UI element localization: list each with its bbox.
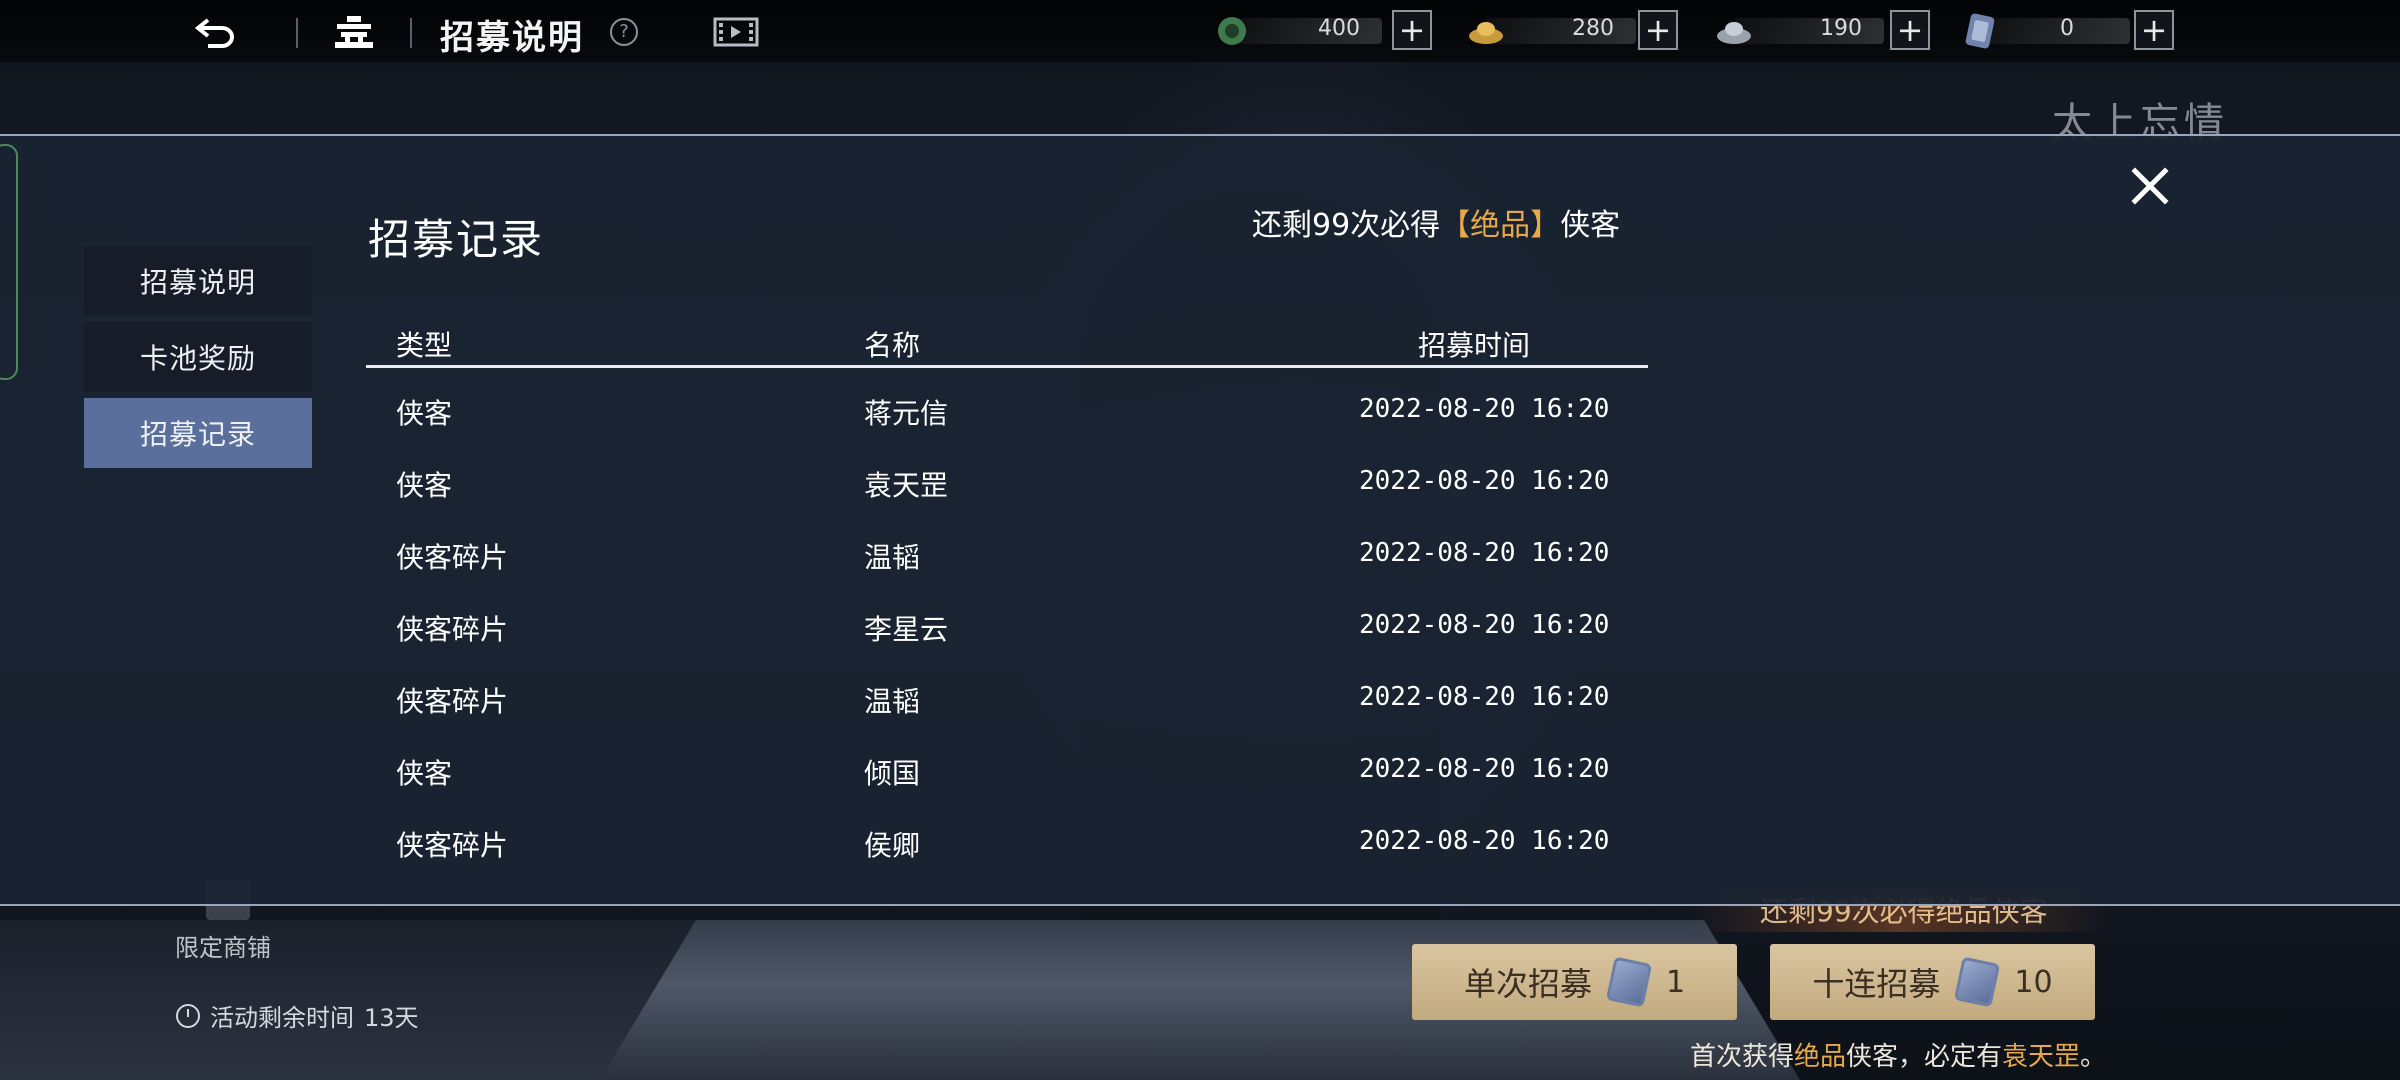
table-row: 侠客碎片 李星云 2022-08-20 16:20	[366, 588, 1648, 660]
clock-icon	[176, 1003, 200, 1028]
guarantee-quality: 绝品	[1794, 1042, 1847, 1072]
table-row: 侠客 蒋元信 2022-08-20 16:20	[366, 372, 1648, 444]
pity-prefix: 还剩99次必得	[1252, 208, 1441, 243]
table-row: 侠客 袁天罡 2022-08-20 16:20	[366, 444, 1648, 516]
close-button[interactable]	[2124, 160, 2176, 212]
film-icon	[713, 17, 759, 47]
currency-value: 400	[1318, 16, 1360, 41]
record-type: 侠客碎片	[396, 829, 509, 862]
guarantee-prefix: 首次获得	[1690, 1042, 1795, 1072]
record-time: 2022-08-20 16:20	[1359, 394, 1610, 424]
record-type: 侠客碎片	[396, 541, 509, 574]
back-button[interactable]	[190, 12, 242, 52]
column-time: 招募时间	[1418, 329, 1531, 362]
silver-ingot-icon	[1714, 12, 1754, 50]
currency-ticket: 0 +	[1960, 10, 2180, 52]
record-name: 李星云	[864, 613, 949, 646]
ten-recruit-count: 10	[2014, 964, 2053, 1000]
records-table-header: 类型 名称 招募时间	[366, 316, 1648, 368]
page-title: 招募说明	[440, 18, 584, 58]
single-recruit-label: 单次招募	[1463, 965, 1592, 1003]
top-bar: 招募说明 ? 400 + 280 + 190 + 0 +	[0, 0, 2400, 62]
timer-label: 活动剩余时间	[210, 1004, 354, 1032]
tab-pool-rewards[interactable]: 卡池奖励	[84, 322, 312, 392]
currency-value: 190	[1820, 16, 1862, 41]
record-time: 2022-08-20 16:20	[1359, 826, 1610, 856]
divider	[410, 18, 412, 48]
ten-recruit-label: 十连招募	[1812, 965, 1941, 1003]
column-type: 类型	[396, 329, 453, 362]
table-row: 侠客碎片 温韬 2022-08-20 16:20	[366, 660, 1648, 732]
pity-suffix: 侠客	[1560, 208, 1621, 243]
table-row: 侠客 倾国 2022-08-20 16:20	[366, 732, 1648, 804]
jade-token-icon	[1212, 12, 1252, 50]
video-button[interactable]	[712, 12, 760, 52]
record-type: 侠客	[396, 469, 453, 502]
currency-value: 0	[2060, 16, 2074, 41]
record-name: 倾国	[864, 757, 921, 790]
guarantee-suffix: 。	[2080, 1042, 2107, 1072]
recruit-ticket-icon	[1605, 956, 1653, 1008]
recruit-ticket-icon	[1954, 956, 2001, 1008]
currency-gold: 280 +	[1466, 10, 1686, 52]
record-type: 侠客	[396, 757, 453, 790]
record-name: 袁天罡	[864, 469, 949, 502]
guarantee-note: 首次获得绝品侠客，必定有袁天罡。	[1690, 1036, 2106, 1073]
currency-jade: 400 +	[1212, 10, 1432, 52]
back-arrow-icon	[194, 18, 234, 48]
guarantee-hero: 袁天罡	[2002, 1042, 2081, 1072]
currency-value: 280	[1572, 16, 1614, 41]
event-timer: 活动剩余时间 13天	[176, 998, 419, 1033]
record-name: 温韬	[864, 685, 921, 718]
timer-days: 13天	[364, 1004, 419, 1032]
add-currency-button[interactable]: +	[1392, 10, 1432, 50]
divider	[296, 18, 298, 48]
record-type: 侠客	[396, 397, 453, 430]
gold-ingot-icon	[1466, 12, 1506, 50]
record-name: 温韬	[864, 541, 921, 574]
add-currency-button[interactable]: +	[2134, 10, 2174, 50]
record-type: 侠客碎片	[396, 685, 509, 718]
record-time: 2022-08-20 16:20	[1359, 682, 1610, 712]
record-time: 2022-08-20 16:20	[1359, 610, 1610, 640]
column-name: 名称	[864, 329, 921, 362]
close-icon	[2131, 167, 2169, 205]
record-name: 蒋元信	[864, 397, 949, 430]
add-currency-button[interactable]: +	[1890, 10, 1930, 50]
tab-recruit-records[interactable]: 招募记录	[84, 398, 312, 468]
records-list[interactable]: 侠客 蒋元信 2022-08-20 16:20 侠客 袁天罡 2022-08-2…	[366, 372, 1648, 876]
add-currency-button[interactable]: +	[1638, 10, 1678, 50]
recruit-record-modal: 招募说明 卡池奖励 招募记录 招募记录 还剩99次必得【绝品】侠客 类型 名称 …	[0, 134, 2400, 906]
ten-recruit-button[interactable]: 十连招募 10	[1770, 944, 2095, 1020]
home-icon	[335, 16, 373, 48]
record-time: 2022-08-20 16:20	[1359, 466, 1610, 496]
single-recruit-count: 1	[1665, 964, 1686, 1000]
home-button[interactable]	[328, 12, 380, 52]
record-time: 2022-08-20 16:20	[1359, 754, 1610, 784]
help-icon[interactable]: ?	[610, 18, 638, 46]
currency-silver: 190 +	[1714, 10, 1934, 52]
pity-quality: 【绝品】	[1440, 208, 1561, 243]
side-handle	[0, 144, 18, 380]
single-recruit-button[interactable]: 单次招募 1	[1412, 944, 1737, 1020]
pity-counter: 还剩99次必得【绝品】侠客	[1252, 200, 1620, 244]
modal-title: 招募记录	[368, 215, 545, 264]
guarantee-middle: 侠客，必定有	[1846, 1042, 2003, 1072]
record-time: 2022-08-20 16:20	[1359, 538, 1610, 568]
record-type: 侠客碎片	[396, 613, 509, 646]
table-row: 侠客碎片 侯卿 2022-08-20 16:20	[366, 804, 1648, 876]
tab-recruit-info[interactable]: 招募说明	[84, 246, 312, 316]
record-name: 侯卿	[864, 829, 921, 862]
limited-shop-label[interactable]: 限定商铺	[175, 928, 271, 963]
table-row: 侠客碎片 温韬 2022-08-20 16:20	[366, 516, 1648, 588]
